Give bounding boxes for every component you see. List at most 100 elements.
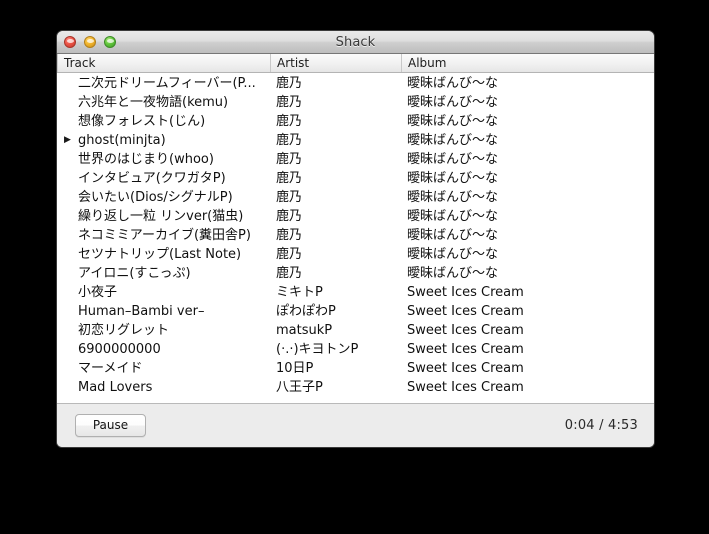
track-title-cell: 世界のはじまり(whoo) xyxy=(78,152,214,167)
row-indicator-slot xyxy=(57,74,78,93)
track-row[interactable]: 6900000000 (·.·)キヨトンP Sweet Ices Cream xyxy=(57,340,654,359)
track-title-cell: ghost(minjta) xyxy=(78,133,166,148)
track-title-cell: ネコミミアーカイブ(糞田舎P) xyxy=(78,228,251,243)
track-artist-cell: 鹿乃 xyxy=(276,95,303,110)
row-indicator-slot xyxy=(57,207,78,226)
track-artist-cell: 10日P xyxy=(276,361,314,376)
track-album-cell: Sweet Ices Cream xyxy=(407,380,524,395)
column-header-artist[interactable]: Artist xyxy=(270,54,401,72)
track-row[interactable]: 二次元ドリームフィーバー(P... 鹿乃 曖昧ばんび〜な xyxy=(57,74,654,93)
track-row[interactable]: ▶ ghost(minjta) 鹿乃 曖昧ばんび〜な xyxy=(57,131,654,150)
row-indicator-slot xyxy=(57,112,78,131)
track-title-cell: 想像フォレスト(じん) xyxy=(78,114,206,129)
track-row[interactable]: セツナトリップ(Last Note) 鹿乃 曖昧ばんび〜な xyxy=(57,245,654,264)
track-artist-cell: 鹿乃 xyxy=(276,152,303,167)
track-artist-cell: 鹿乃 xyxy=(276,133,303,148)
time-display: 0:04 / 4:53 xyxy=(564,418,638,433)
track-artist-cell: 鹿乃 xyxy=(276,114,303,129)
track-title-cell: アイロニ(すこっぷ) xyxy=(78,266,191,281)
track-title-cell: Mad Lovers xyxy=(78,380,153,395)
track-artist-cell: 鹿乃 xyxy=(276,76,303,91)
track-title-cell: 繰り返し一粒 リンver(猫虫) xyxy=(78,209,244,224)
window-titlebar[interactable]: Shack xyxy=(57,31,654,54)
track-artist-cell: 八王子P xyxy=(276,380,323,395)
track-album-cell: 曖昧ばんび〜な xyxy=(407,266,499,281)
track-row[interactable]: 想像フォレスト(じん) 鹿乃 曖昧ばんび〜な xyxy=(57,112,654,131)
track-row[interactable]: マーメイド 10日P Sweet Ices Cream xyxy=(57,359,654,378)
row-indicator-slot xyxy=(57,245,78,264)
row-indicator-slot xyxy=(57,340,78,359)
row-indicator-slot xyxy=(57,283,78,302)
track-title-cell: 二次元ドリームフィーバー(P... xyxy=(78,76,256,91)
track-row[interactable]: 初恋リグレット matsukP Sweet Ices Cream xyxy=(57,321,654,340)
track-artist-cell: matsukP xyxy=(276,323,333,338)
track-row[interactable]: 六兆年と一夜物語(kemu) 鹿乃 曖昧ばんび〜な xyxy=(57,93,654,112)
track-album-cell: 曖昧ばんび〜な xyxy=(407,171,499,186)
row-indicator-slot xyxy=(57,321,78,340)
track-album-cell: 曖昧ばんび〜な xyxy=(407,133,499,148)
track-artist-cell: 鹿乃 xyxy=(276,228,303,243)
row-indicator-slot xyxy=(57,264,78,283)
track-album-cell: Sweet Ices Cream xyxy=(407,323,524,338)
track-album-cell: 曖昧ばんび〜な xyxy=(407,95,499,110)
track-row[interactable]: 繰り返し一粒 リンver(猫虫) 鹿乃 曖昧ばんび〜な xyxy=(57,207,654,226)
row-indicator-slot xyxy=(57,93,78,112)
track-row[interactable]: 小夜子 ミキトP Sweet Ices Cream xyxy=(57,283,654,302)
window-title: Shack xyxy=(335,34,376,50)
track-artist-cell: ぽわぽわP xyxy=(276,304,336,319)
row-indicator-slot xyxy=(57,188,78,207)
play-indicator-icon: ▶ xyxy=(64,135,71,145)
row-indicator-slot xyxy=(57,150,78,169)
track-row[interactable]: インタビュア(クワガタP) 鹿乃 曖昧ばんび〜な xyxy=(57,169,654,188)
track-album-cell: 曖昧ばんび〜な xyxy=(407,114,499,129)
track-list[interactable]: 二次元ドリームフィーバー(P... 鹿乃 曖昧ばんび〜な 六兆年と一夜物語(kemu)… xyxy=(57,73,654,403)
track-row[interactable]: Mad Lovers 八王子P Sweet Ices Cream xyxy=(57,378,654,397)
track-artist-cell: 鹿乃 xyxy=(276,209,303,224)
track-album-cell: 曖昧ばんび〜な xyxy=(407,190,499,205)
track-title-cell: インタビュア(クワガタP) xyxy=(78,171,226,186)
track-title-cell: 6900000000 xyxy=(78,342,161,357)
playback-control-bar: Pause 0:04 / 4:53 xyxy=(57,403,654,447)
track-album-cell: 曖昧ばんび〜な xyxy=(407,152,499,167)
column-header-track[interactable]: Track xyxy=(57,54,270,72)
track-title-cell: 小夜子 xyxy=(78,285,118,300)
column-header-row: Track Artist Album xyxy=(57,54,654,73)
track-row[interactable]: 会いたい(Dios/シグナルP) 鹿乃 曖昧ばんび〜な xyxy=(57,188,654,207)
track-album-cell: 曖昧ばんび〜な xyxy=(407,228,499,243)
track-album-cell: Sweet Ices Cream xyxy=(407,361,524,376)
row-indicator-slot xyxy=(57,378,78,397)
track-row[interactable]: ネコミミアーカイブ(糞田舎P) 鹿乃 曖昧ばんび〜な xyxy=(57,226,654,245)
track-title-cell: マーメイド xyxy=(78,361,143,376)
track-album-cell: 曖昧ばんび〜な xyxy=(407,247,499,262)
track-row[interactable]: Human–Bambi ver– ぽわぽわP Sweet Ices Cream xyxy=(57,302,654,321)
track-artist-cell: 鹿乃 xyxy=(276,190,303,205)
track-title-cell: 初恋リグレット xyxy=(78,323,170,338)
track-artist-cell: 鹿乃 xyxy=(276,171,303,186)
row-indicator-slot xyxy=(57,302,78,321)
window-controls xyxy=(64,31,116,53)
shack-player-window: Shack Track Artist Album 二次元ドリームフィーバー(P.… xyxy=(57,31,654,447)
track-album-cell: Sweet Ices Cream xyxy=(407,285,524,300)
track-row[interactable]: アイロニ(すこっぷ) 鹿乃 曖昧ばんび〜な xyxy=(57,264,654,283)
track-album-cell: 曖昧ばんび〜な xyxy=(407,209,499,224)
row-indicator-slot xyxy=(57,226,78,245)
track-title-cell: 六兆年と一夜物語(kemu) xyxy=(78,95,229,110)
track-album-cell: Sweet Ices Cream xyxy=(407,304,524,319)
minimize-button[interactable] xyxy=(84,36,96,48)
track-artist-cell: ミキトP xyxy=(276,285,323,300)
row-indicator-slot xyxy=(57,359,78,378)
track-row[interactable]: 世界のはじまり(whoo) 鹿乃 曖昧ばんび〜な xyxy=(57,150,654,169)
track-album-cell: 曖昧ばんび〜な xyxy=(407,76,499,91)
track-artist-cell: (·.·)キヨトンP xyxy=(276,342,359,357)
column-header-album[interactable]: Album xyxy=(401,54,654,72)
zoom-button[interactable] xyxy=(104,36,116,48)
close-button[interactable] xyxy=(64,36,76,48)
track-artist-cell: 鹿乃 xyxy=(276,266,303,281)
track-title-cell: Human–Bambi ver– xyxy=(78,304,205,319)
desktop-backdrop: Shack Track Artist Album 二次元ドリームフィーバー(P.… xyxy=(0,0,709,534)
pause-button[interactable]: Pause xyxy=(75,414,146,437)
track-artist-cell: 鹿乃 xyxy=(276,247,303,262)
track-title-cell: 会いたい(Dios/シグナルP) xyxy=(78,190,233,205)
track-title-cell: セツナトリップ(Last Note) xyxy=(78,247,242,262)
track-album-cell: Sweet Ices Cream xyxy=(407,342,524,357)
